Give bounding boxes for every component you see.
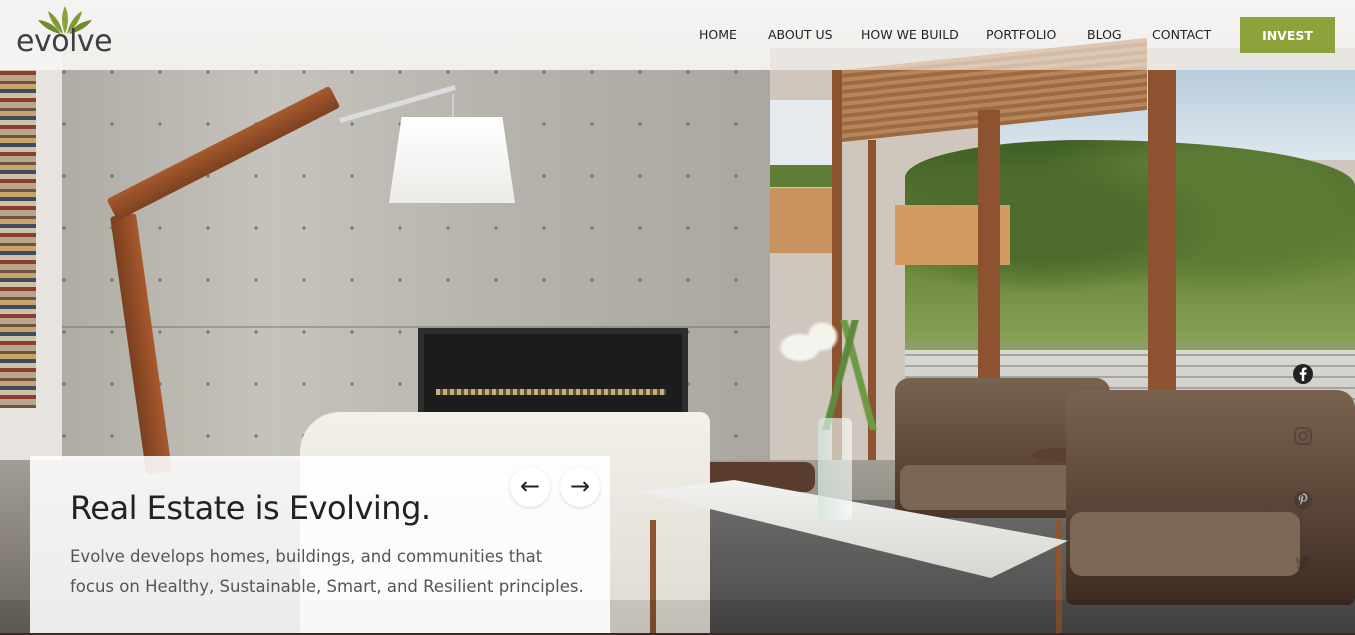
logo-wordmark: evolve [16, 24, 113, 59]
nav-portfolio[interactable]: PORTFOLIO [986, 27, 1056, 42]
hero-caption: ← → Real Estate is Evolving. Evolve deve… [30, 456, 610, 633]
twitter-icon[interactable] [1292, 551, 1314, 573]
site-header: evolve HOME ABOUT US HOW WE BUILD PORTFO… [0, 0, 1355, 70]
nav-about-us[interactable]: ABOUT US [768, 27, 833, 42]
nav-home[interactable]: HOME [699, 27, 737, 42]
nav-how-we-build[interactable]: HOW WE BUILD [861, 27, 959, 42]
logo[interactable]: evolve [16, 4, 126, 64]
wood-panel [770, 188, 840, 253]
pinterest-icon[interactable] [1292, 489, 1314, 511]
lamp-cord [452, 94, 454, 118]
instagram-icon[interactable] [1292, 425, 1314, 447]
hero-headline: Real Estate is Evolving. [70, 489, 431, 527]
nav-contact[interactable]: CONTACT [1152, 27, 1211, 42]
bookshelf [0, 70, 36, 408]
hill-upper-window [770, 165, 832, 187]
vase [818, 418, 852, 520]
slider-next-arrow-icon[interactable]: → [560, 467, 600, 507]
armchair-seat [1070, 512, 1300, 576]
slider-prev-arrow-icon[interactable]: ← [510, 467, 550, 507]
flower-stems [770, 320, 920, 430]
hero-subtext: Evolve develops homes, buildings, and co… [70, 547, 584, 596]
facebook-icon[interactable] [1292, 363, 1314, 385]
nav-blog[interactable]: BLOG [1087, 27, 1122, 42]
invest-button[interactable]: INVEST [1240, 17, 1335, 53]
fireplace-embers [436, 389, 666, 395]
lamp-shade [389, 117, 515, 203]
